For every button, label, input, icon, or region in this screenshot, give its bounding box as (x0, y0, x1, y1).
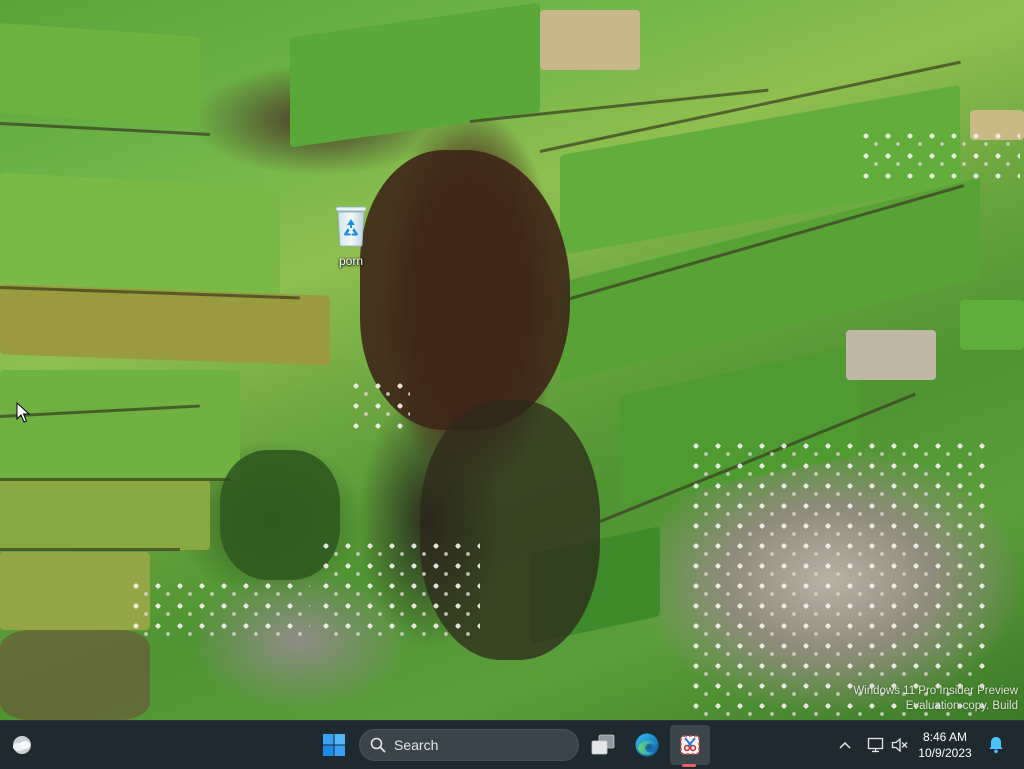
task-view-button[interactable] (583, 725, 623, 765)
tray-overflow-button[interactable] (836, 733, 854, 757)
desktop-wallpaper (0, 0, 1024, 720)
notifications-button[interactable] (984, 733, 1008, 757)
windows-logo-icon (323, 734, 345, 756)
wallpaper-field (540, 10, 640, 70)
chevron-up-icon (839, 741, 851, 749)
wallpaper-field (0, 480, 210, 550)
desktop-icon-label: porn (338, 254, 364, 268)
wallpaper-field (290, 2, 540, 148)
widgets-weather-icon[interactable] (10, 733, 34, 757)
task-view-icon (591, 734, 615, 755)
wallpaper-village (860, 130, 1020, 180)
snipping-tool-icon (680, 735, 700, 755)
quick-settings-button[interactable] (864, 733, 912, 757)
wallpaper-field (846, 330, 936, 380)
wallpaper-field (0, 172, 280, 298)
clock-date: 10/9/2023 (918, 746, 972, 760)
wallpaper-hedgerow (0, 478, 230, 481)
taskbar-search-box[interactable]: Search (359, 729, 579, 761)
wallpaper-field (960, 300, 1024, 350)
clock-time: 8:46 AM (922, 730, 968, 744)
taskbar: Search 8:46 AM 10/9/2023 (0, 720, 1024, 769)
wallpaper-field (0, 23, 200, 127)
search-icon (370, 737, 386, 753)
desktop-icon-recycle-bin[interactable]: porn (322, 204, 380, 272)
notification-bell-icon (989, 737, 1003, 754)
start-button[interactable] (314, 725, 354, 765)
wallpaper-field (0, 370, 240, 480)
wallpaper-hedgerow (0, 548, 180, 551)
taskbar-clock[interactable]: 8:46 AM 10/9/2023 (916, 729, 974, 761)
active-app-indicator (682, 764, 696, 767)
mouse-cursor-icon (16, 402, 30, 423)
network-icon (867, 737, 884, 753)
edge-icon (635, 733, 659, 757)
edge-taskbar-button[interactable] (627, 725, 667, 765)
watermark-line-1: Windows 11 Pro Insider Preview (853, 685, 1018, 697)
watermark-line-2: Evaluation copy. Build (905, 700, 1018, 712)
search-label: Search (394, 737, 439, 753)
wallpaper-village (350, 380, 410, 430)
recycle-bin-icon (335, 206, 367, 247)
volume-muted-icon (891, 737, 908, 753)
wallpaper-field (0, 552, 150, 630)
wallpaper-woodland (0, 630, 150, 720)
wallpaper-village (130, 580, 310, 640)
windows-watermark: Windows 11 Pro Insider Preview Evaluatio… (853, 684, 1018, 714)
wallpaper-village (690, 440, 990, 720)
wallpaper-village (320, 540, 480, 640)
snipping-tool-taskbar-button[interactable] (670, 725, 710, 765)
